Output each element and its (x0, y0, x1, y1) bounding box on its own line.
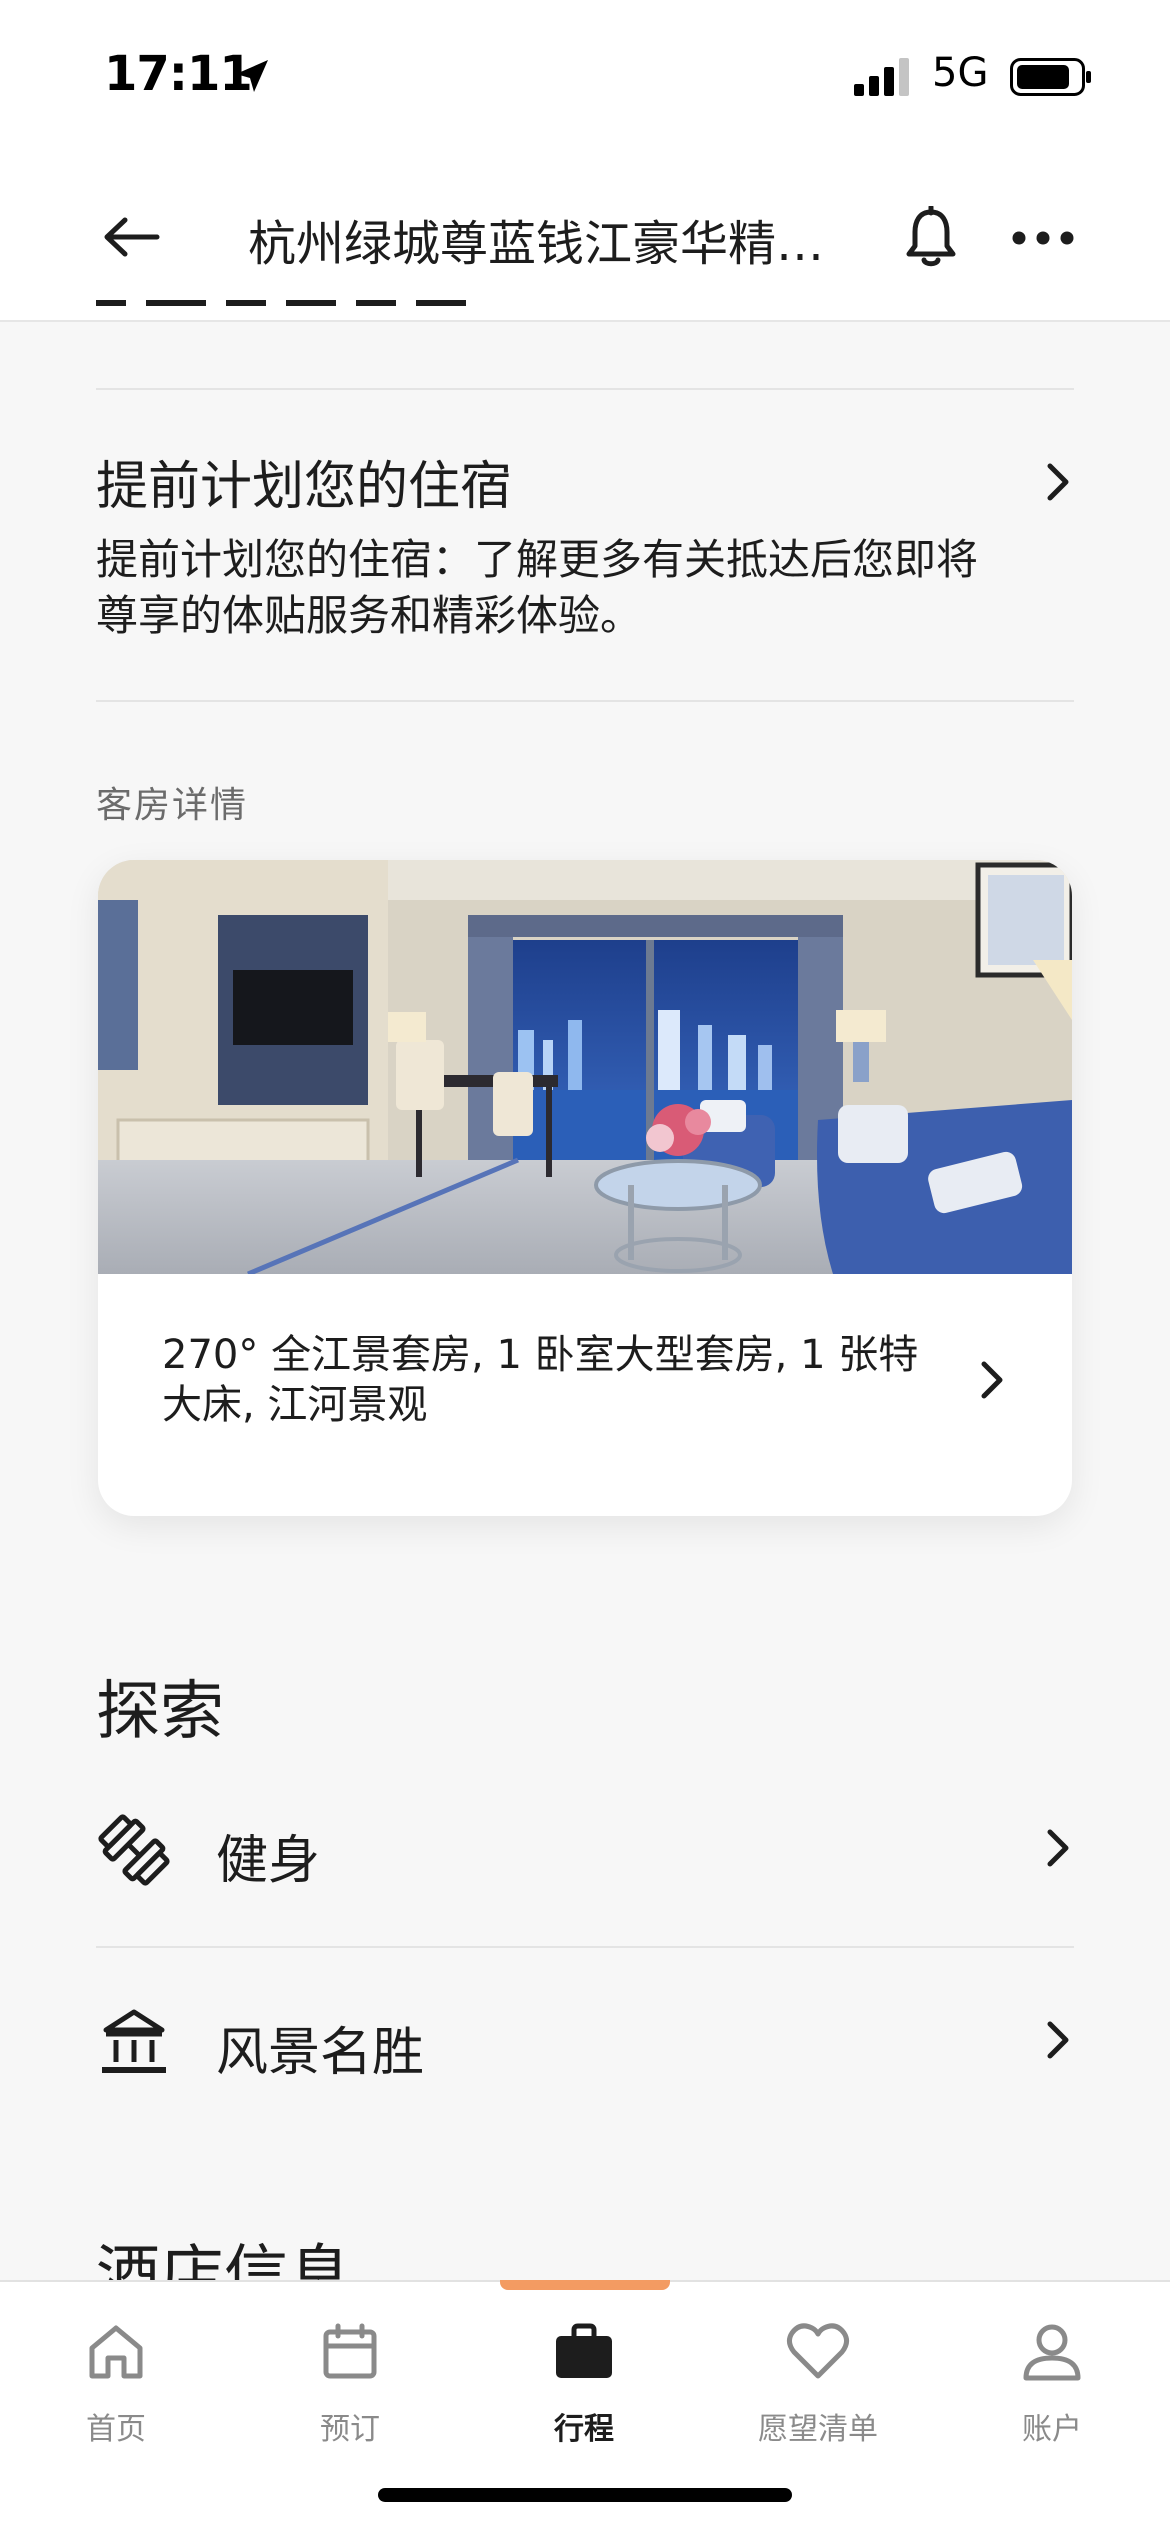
divider (96, 700, 1074, 702)
scrolled-text-fragment (96, 300, 466, 306)
active-tab-indicator (500, 2280, 670, 2290)
heart-icon (786, 2323, 850, 2379)
home-icon (89, 2325, 143, 2379)
room-photo (98, 860, 1072, 1274)
status-bar: 17:11 5G (0, 0, 1170, 150)
tab-account[interactable]: 账户 (952, 2312, 1152, 2462)
location-arrow-icon (236, 60, 268, 92)
navigation-header: 杭州绿城尊蓝钱江豪华精… (0, 150, 1170, 322)
chevron-right-icon (1047, 2021, 1069, 2059)
dumbbell-icon (98, 1814, 170, 1886)
user-icon (1023, 2324, 1081, 2381)
status-time: 17:11 (104, 46, 253, 102)
room-name: 270° 全江景套房, 1 卧室大型套房, 1 张特大床, 江河景观 (162, 1332, 919, 1428)
battery-icon (1010, 58, 1091, 96)
plan-stay-description: 提前计划您的住宿：了解更多有关抵达后您即将尊享的体贴服务和精彩体验。 (96, 535, 979, 640)
back-arrow-icon (104, 217, 160, 257)
tab-bookings[interactable]: 预订 (250, 2312, 450, 2462)
explore-heading: 探索 (96, 1675, 224, 1749)
tab-label: 预订 (320, 2412, 380, 2447)
tab-label: 行程 (554, 2412, 614, 2447)
landmark-icon (102, 2009, 166, 2073)
tab-label: 账户 (1022, 2412, 1082, 2447)
cellular-signal-icon (854, 58, 909, 96)
notifications-button[interactable] (896, 198, 966, 278)
calendar-icon (323, 2323, 377, 2379)
more-dots-icon (1012, 231, 1074, 245)
divider (96, 388, 1074, 390)
plan-stay-row[interactable]: 提前计划您的住宿 提前计划您的住宿：了解更多有关抵达后您即将尊享的体贴服务和精彩… (96, 440, 1074, 660)
home-indicator[interactable] (378, 2488, 792, 2502)
bell-icon (906, 206, 956, 267)
explore-item-label: 风景名胜 (216, 2023, 425, 2083)
explore-item-fitness[interactable]: 健身 (96, 1790, 1074, 1910)
plan-stay-title: 提前计划您的住宿 (96, 457, 513, 517)
chevron-right-icon (981, 1361, 1003, 1399)
room-details-label: 客房详情 (96, 785, 249, 826)
explore-item-landmarks[interactable]: 风景名胜 (96, 1982, 1074, 2102)
room-card[interactable]: 270° 全江景套房, 1 卧室大型套房, 1 张特大床, 江河景观 (98, 860, 1072, 1516)
chevron-right-icon (1047, 1829, 1069, 1867)
tab-wishlist[interactable]: 愿望清单 (718, 2312, 918, 2462)
tab-trips[interactable]: 行程 (484, 2312, 684, 2462)
back-button[interactable] (96, 202, 166, 272)
network-type: 5G (932, 50, 989, 96)
briefcase-icon (556, 2323, 612, 2378)
tab-label: 首页 (86, 2412, 146, 2447)
tab-home[interactable]: 首页 (16, 2312, 216, 2462)
tab-label: 愿望清单 (758, 2412, 878, 2447)
explore-item-label: 健身 (216, 1831, 321, 1891)
page-title: 杭州绿城尊蓝钱江豪华精… (248, 216, 825, 272)
more-options-button[interactable] (1004, 208, 1082, 268)
chevron-right-icon (1047, 463, 1069, 501)
divider (96, 1946, 1074, 1948)
